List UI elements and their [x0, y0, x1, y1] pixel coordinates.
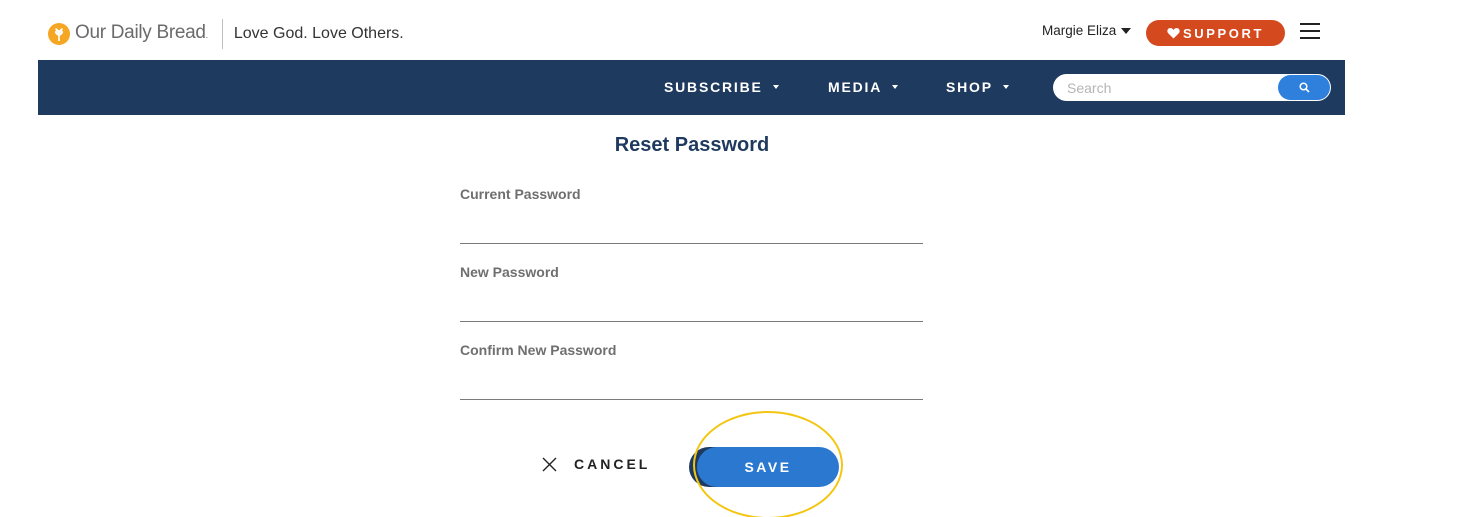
new-password-field: New Password	[460, 264, 923, 322]
search-button[interactable]	[1278, 75, 1330, 100]
user-menu[interactable]: Margie Eliza	[1042, 23, 1132, 38]
page: Our Daily Bread. Love God. Love Others. …	[0, 0, 1470, 517]
nav-item-label: MEDIA	[828, 79, 883, 95]
heart-icon	[1167, 28, 1180, 39]
support-button[interactable]: SUPPORT	[1146, 20, 1285, 46]
search-box	[1053, 74, 1331, 101]
nav-item-label: SHOP	[946, 79, 993, 95]
caret-down-icon	[1002, 85, 1009, 89]
nav-item-shop[interactable]: SHOP	[946, 79, 1009, 95]
caret-down-icon	[892, 85, 899, 89]
brand-registered-mark: .	[205, 30, 209, 40]
caret-down-icon	[772, 85, 779, 89]
save-label: SAVE	[744, 459, 792, 475]
tagline: Love God. Love Others.	[233, 25, 404, 42]
brand-name: Our Daily Bread.	[75, 22, 208, 46]
nav-item-label: SUBSCRIBE	[664, 79, 763, 95]
close-icon	[542, 457, 557, 471]
save-button[interactable]: SAVE	[697, 447, 839, 487]
hamburger-icon[interactable]	[1300, 23, 1320, 39]
new-password-label: New Password	[460, 264, 559, 280]
user-name: Margie Eliza	[1042, 23, 1117, 38]
main-nav: SUBSCRIBE MEDIA SHOP	[38, 60, 1345, 115]
cancel-button[interactable]: CANCEL	[542, 456, 650, 472]
confirm-password-input[interactable]	[460, 366, 923, 400]
caret-down-icon	[1121, 28, 1132, 34]
support-label: SUPPORT	[1182, 25, 1265, 41]
new-password-input[interactable]	[460, 288, 923, 322]
top-header: Our Daily Bread. Love God. Love Others. …	[38, 0, 1345, 60]
brand-text: Our Daily Bread	[75, 22, 206, 43]
logo-divider	[221, 19, 223, 49]
search-input[interactable]	[1053, 74, 1273, 101]
site-logo[interactable]: Our Daily Bread. Love God. Love Others.	[48, 19, 404, 49]
cancel-label: CANCEL	[574, 456, 651, 472]
wheat-sun-icon	[48, 23, 70, 45]
current-password-input[interactable]	[460, 210, 923, 244]
search-icon	[1298, 82, 1310, 93]
confirm-password-label: Confirm New Password	[460, 342, 617, 358]
current-password-field: Current Password	[460, 186, 923, 244]
nav-item-media[interactable]: MEDIA	[828, 79, 899, 95]
nav-item-subscribe[interactable]: SUBSCRIBE	[664, 79, 779, 95]
page-title: Reset Password	[614, 134, 770, 156]
confirm-password-field: Confirm New Password	[460, 342, 923, 400]
current-password-label: Current Password	[460, 186, 581, 202]
